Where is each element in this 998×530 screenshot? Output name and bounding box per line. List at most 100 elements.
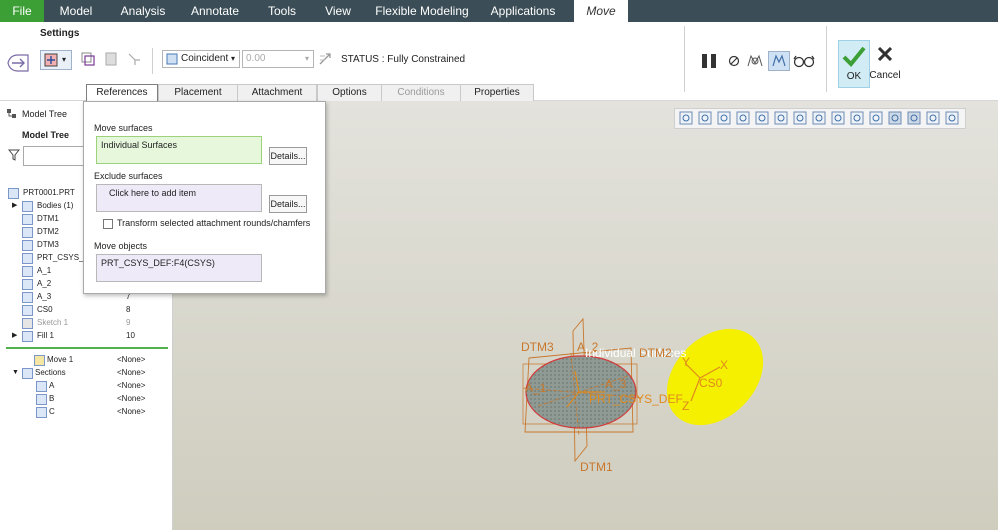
move-feature-icon [7, 54, 29, 72]
label-dtm3[interactable]: DTM3 [521, 340, 554, 354]
move-surfaces-collector[interactable]: Individual Surfaces [96, 136, 262, 164]
tree-row[interactable]: ▼ Sections <None> [0, 366, 170, 379]
glasses-icon[interactable] [793, 53, 815, 69]
axis-icon [22, 266, 33, 277]
references-panel: Move surfaces Individual Surfaces Detail… [83, 101, 326, 294]
sketch-icon [22, 318, 33, 329]
move-surfaces-details-button[interactable]: Details... [269, 147, 307, 165]
tab-options[interactable]: Options [317, 84, 382, 101]
tree-row[interactable]: Move 1 <None> [0, 353, 170, 366]
tree-row-value: <None> [117, 394, 146, 403]
label-a1[interactable]: A_1 [525, 381, 546, 395]
pause-icon[interactable] [700, 52, 718, 70]
tab-conditions[interactable]: Conditions [381, 84, 461, 101]
expand-arrow-icon[interactable]: ▶ [12, 329, 17, 342]
transform-checkbox-label: Transform selected attachment rounds/cha… [117, 218, 311, 228]
offset-value-field[interactable]: 0.00 ▾ [242, 50, 314, 68]
tree-row-value: <None> [117, 368, 146, 377]
offset-value: 0.00 [246, 53, 266, 64]
tree-row-label: Sections [35, 368, 66, 377]
label-dtm2[interactable]: DTM2 [639, 346, 672, 360]
ribbon-separator [826, 26, 827, 92]
label-z: Z [682, 399, 690, 413]
tree-row-value: <None> [117, 381, 146, 390]
bodies-icon [22, 201, 33, 212]
label-prt-csys-def[interactable]: PRT_CSYS_DEF [589, 392, 683, 406]
collapse-arrow-icon[interactable]: ▼ [12, 366, 19, 379]
csys-icon [22, 305, 33, 316]
exclude-surfaces-label: Exclude surfaces [94, 171, 163, 181]
tab-attachment[interactable]: Attachment [237, 84, 317, 101]
constraint-type-value: Coincident [181, 53, 229, 64]
section-icon [36, 394, 47, 405]
tree-row[interactable]: A <None> [0, 379, 170, 392]
transform-checkbox[interactable] [103, 219, 113, 229]
axis-icon [22, 279, 33, 290]
model-tree-tab[interactable]: Model Tree [22, 109, 67, 119]
tree-search-input[interactable] [23, 146, 85, 166]
tree-row[interactable]: Sketch 1 9 [0, 316, 170, 329]
label-a3[interactable]: A_3 [605, 377, 626, 391]
menu-move-active[interactable]: Move [574, 0, 628, 22]
move-type-dropdown[interactable]: ▾ [40, 50, 72, 70]
exclude-surfaces-collector[interactable]: Click here to add item [96, 184, 262, 212]
menu-view[interactable]: View [318, 0, 358, 22]
constraint-type-dropdown[interactable]: Coincident ▾ [162, 50, 240, 68]
exclude-surfaces-placeholder: Click here to add item [109, 188, 197, 198]
menu-flexible-modeling[interactable]: Flexible Modeling [372, 0, 472, 22]
model-tree-icon [7, 109, 16, 118]
ok-label: OK [846, 71, 862, 82]
tree-row-value: 8 [126, 305, 131, 314]
menu-analysis[interactable]: Analysis [112, 0, 174, 22]
menu-annotate[interactable]: Annotate [184, 0, 246, 22]
tree-row-label: A_3 [37, 292, 52, 301]
tree-row-label: PRT0001.PRT [23, 188, 75, 197]
section-icon [36, 407, 47, 418]
axis-icon [22, 292, 33, 303]
tree-row-value: 10 [126, 331, 135, 340]
rotate-move-icon[interactable] [80, 51, 96, 67]
tree-row-value: <None> [117, 355, 146, 364]
expand-arrow-icon[interactable]: ▶ [12, 199, 17, 212]
no-preview-icon[interactable] [728, 55, 740, 67]
tree-row[interactable]: B <None> [0, 392, 170, 405]
check-icon [842, 46, 866, 67]
exclude-surfaces-details-button[interactable]: Details... [269, 195, 307, 213]
move-objects-collector[interactable]: PRT_CSYS_DEF:F4(CSYS) [96, 254, 262, 282]
tree-row-label: Move 1 [47, 355, 74, 364]
ribbon-separator [152, 48, 153, 74]
menu-file[interactable]: File [0, 0, 44, 22]
plane-icon[interactable] [103, 51, 119, 67]
menu-applications[interactable]: Applications [486, 0, 560, 22]
tree-row-label: Sketch 1 [37, 318, 69, 327]
tree-row[interactable]: C <None> [0, 405, 170, 418]
attached-preview-icon[interactable] [746, 53, 764, 69]
label-dtm1[interactable]: DTM1 [580, 460, 613, 474]
tab-properties[interactable]: Properties [460, 84, 534, 101]
move-surfaces-label: Move surfaces [94, 123, 153, 133]
move-type-icon [44, 53, 58, 67]
tab-placement[interactable]: Placement [158, 84, 238, 101]
cancel-button[interactable]: Cancel [869, 40, 901, 86]
menu-tools[interactable]: Tools [260, 0, 304, 22]
menu-model[interactable]: Model [48, 0, 104, 22]
tree-row[interactable]: CS0 8 [0, 303, 170, 316]
tree-row-label: DTM3 [37, 240, 59, 249]
tab-references[interactable]: References [86, 84, 158, 101]
filter-icon[interactable] [8, 149, 20, 161]
tree-row-label: DTM1 [37, 214, 59, 223]
attach-icon[interactable] [126, 51, 142, 67]
flip-icon[interactable] [317, 51, 333, 67]
tree-row[interactable]: ▶ Fill 1 10 [0, 329, 170, 342]
sections-icon [22, 368, 33, 379]
move-objects-label: Move objects [94, 241, 148, 251]
tree-row-label: DTM2 [37, 227, 59, 236]
insert-here-indicator[interactable] [6, 347, 168, 349]
label-y: Y [682, 355, 691, 369]
label-cs0[interactable]: CS0 [699, 376, 722, 390]
tree-row-label: Bodies (1) [37, 201, 74, 210]
tree-row-label: A_2 [37, 279, 52, 288]
verify-button[interactable] [768, 51, 790, 71]
ribbon-separator [684, 26, 685, 92]
chevron-down-icon: ▾ [62, 55, 67, 64]
